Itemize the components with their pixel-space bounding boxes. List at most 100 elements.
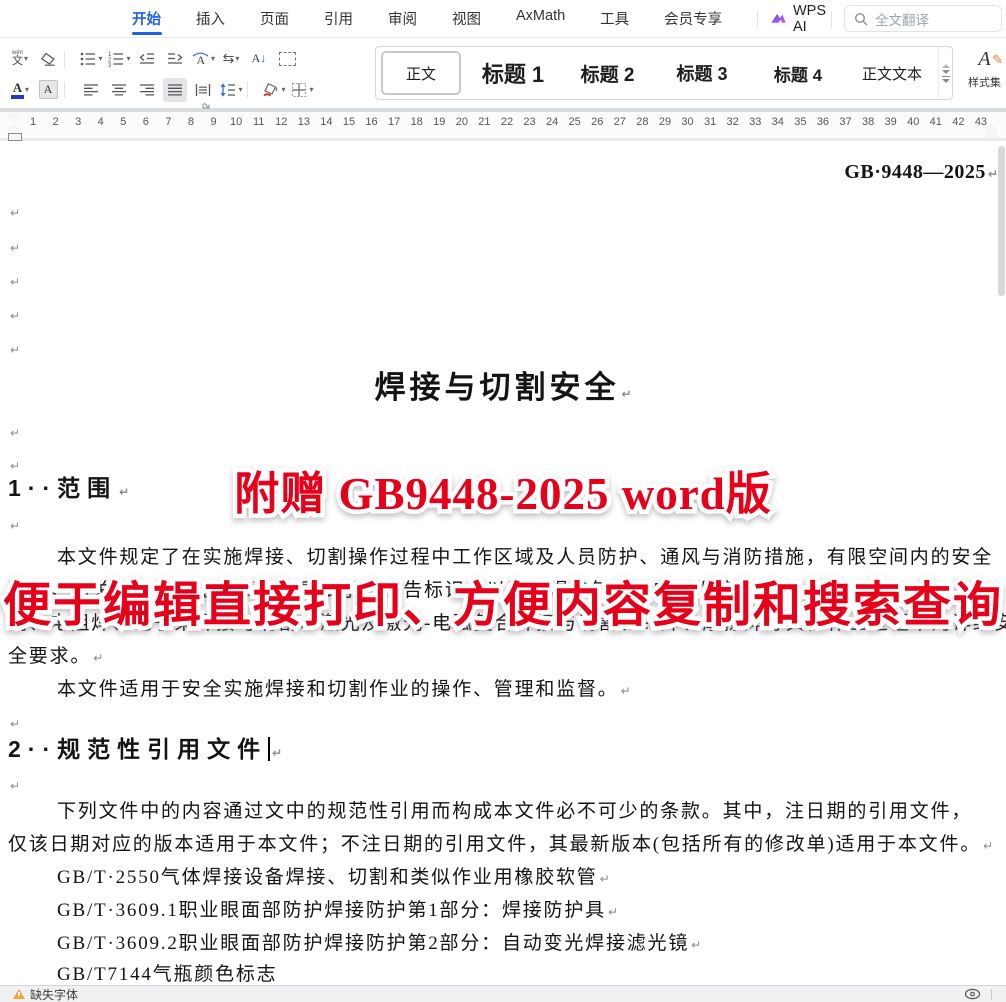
justify-button[interactable] xyxy=(163,78,187,102)
doc-line-para1_line4: 全要求。↵ xyxy=(8,645,103,670)
exchange-button[interactable]: ⇆ ▾ xyxy=(219,47,243,71)
style-scroll-up-icon[interactable] xyxy=(942,64,950,68)
shading-button[interactable]: ▾ xyxy=(262,78,286,102)
wps-writer-window: 开始插入页面引用审阅视图 AxMath 工具会员专享 WPS AI xyxy=(0,0,1006,1002)
ruler-number: 7 xyxy=(165,116,171,128)
menu-divider xyxy=(757,11,758,27)
increase-indent-button[interactable] xyxy=(163,47,187,71)
ruler-number: 3 xyxy=(75,116,81,128)
numbered-list-button[interactable]: 123 ▾ xyxy=(107,47,131,71)
paragraph-mark: ↵ xyxy=(10,779,20,793)
ruler-number: 8 xyxy=(188,116,194,128)
ruler-number: 4 xyxy=(98,116,104,128)
distribute-button[interactable] xyxy=(191,78,215,102)
paragraph-tools-group: wén 文 ▾ ▾ xyxy=(6,43,368,105)
align-left-icon xyxy=(82,81,100,99)
ruler-number: 22 xyxy=(501,116,513,128)
bullet-list-icon xyxy=(79,50,97,68)
borders-icon xyxy=(290,81,308,99)
font-color-button[interactable]: A ▾ xyxy=(8,78,32,102)
style-item-4[interactable]: 标题 4 xyxy=(750,61,846,86)
doc-line-para3_line2: 仅该日期对应的版本适用于本文件；不注日期的引用文件，其最新版本(包括所有的修改单… xyxy=(8,833,993,858)
align-center-icon xyxy=(110,81,128,99)
increase-indent-icon xyxy=(166,50,184,68)
style-gallery: 正文标题 1标题 2标题 3标题 4正文文本 xyxy=(375,46,953,100)
missing-font-warning[interactable]: 缺失字体 xyxy=(13,986,78,1002)
left-indent-marker[interactable] xyxy=(8,133,22,141)
justify-icon xyxy=(166,81,184,99)
paragraph-mark: ↵ xyxy=(691,938,701,952)
style-item-2[interactable]: 标题 2 xyxy=(561,60,654,87)
doc-line-title: 焊接与切割安全↵ xyxy=(0,370,1006,412)
border-button[interactable]: ▾ xyxy=(290,78,314,102)
ruler-number: 16 xyxy=(365,116,377,128)
text-effect-button[interactable]: A ▾ xyxy=(191,47,215,71)
ruler-number: 32 xyxy=(727,116,739,128)
style-item-5[interactable]: 正文文本 xyxy=(846,63,938,84)
document-canvas[interactable]: GB·9448—2025↵↵↵↵↵↵焊接与切割安全↵↵↵1··范围↵↵本文件规定… xyxy=(0,141,1006,985)
hanging-indent-marker[interactable] xyxy=(8,124,21,132)
line-spacing-button[interactable]: ▾ xyxy=(219,78,243,102)
char-shading-icon: A xyxy=(39,80,58,99)
style-item-1[interactable]: 标题 1 xyxy=(465,57,561,89)
menu-tab-1[interactable]: 插入 xyxy=(194,0,227,38)
clear-format-button[interactable] xyxy=(36,47,60,71)
text-cursor xyxy=(268,737,270,761)
decrease-indent-button[interactable] xyxy=(135,47,159,71)
paragraph-mark: ↵ xyxy=(10,206,20,220)
exchange-icon: ⇆ xyxy=(223,50,235,67)
text-frame-button[interactable] xyxy=(275,47,299,71)
menu-tab-3[interactable]: 引用 xyxy=(322,0,355,38)
bullet-list-button[interactable]: ▾ xyxy=(79,47,103,71)
eye-protection-icon[interactable] xyxy=(964,988,981,1000)
style-items: 正文标题 1标题 2标题 3标题 4正文文本 xyxy=(376,51,938,95)
style-item-3[interactable]: 标题 3 xyxy=(654,60,750,86)
align-right-button[interactable] xyxy=(135,78,159,102)
toolbar-row-2: A ▾ A xyxy=(6,74,368,105)
ruler-number: 21 xyxy=(478,116,490,128)
paragraph-mark: ↵ xyxy=(10,275,20,289)
menu-tab-7[interactable]: 工具 xyxy=(598,0,631,38)
style-scroll-down-icon[interactable] xyxy=(942,70,950,74)
text-effect-icon: A xyxy=(191,50,210,68)
style-gallery-scroll xyxy=(938,47,952,99)
menu-tab-0[interactable]: 开始 xyxy=(130,0,163,38)
sort-button[interactable]: A↓ xyxy=(247,47,271,71)
pinyin-guide-icon: wén 文 xyxy=(12,50,23,67)
align-center-button[interactable] xyxy=(107,78,131,102)
sort-icon: A↓ xyxy=(252,51,267,66)
menu-tab-5[interactable]: 视图 xyxy=(450,0,483,38)
ruler-number: 20 xyxy=(456,116,468,128)
ruler-number: 6 xyxy=(143,116,149,128)
wps-ai-button[interactable]: WPS AI xyxy=(770,3,829,35)
paragraph-mark: ↵ xyxy=(10,241,20,255)
align-left-button[interactable] xyxy=(79,78,103,102)
menu-tab-6[interactable]: AxMath xyxy=(514,0,567,38)
menu-tab-4[interactable]: 审阅 xyxy=(386,0,419,38)
expand-group-icon[interactable] xyxy=(202,100,211,109)
ruler-number: 34 xyxy=(772,116,784,128)
pinyin-guide-button[interactable]: wén 文 ▾ xyxy=(8,47,32,71)
vertical-scrollbar-thumb[interactable] xyxy=(998,146,1005,296)
ruler-number: 42 xyxy=(952,116,964,128)
empty-paragraph: ↵ xyxy=(8,200,20,225)
paragraph-mark: ↵ xyxy=(10,717,20,731)
empty-paragraph: ↵ xyxy=(8,235,20,260)
ruler-number: 33 xyxy=(749,116,761,128)
style-set-button[interactable]: A✎ 样式集 xyxy=(963,46,1006,102)
font-color-icon: A xyxy=(11,81,24,99)
first-line-indent-marker[interactable] xyxy=(8,113,21,122)
char-shading-button[interactable]: A xyxy=(36,78,60,102)
toolbar-separator xyxy=(64,51,65,67)
menu-tab-8[interactable]: 会员专享 xyxy=(662,0,724,38)
ruler-number: 37 xyxy=(839,116,851,128)
search-input[interactable]: 全文翻译 xyxy=(844,5,1002,32)
ruler-number: 39 xyxy=(885,116,897,128)
style-more-icon[interactable] xyxy=(942,79,950,83)
wps-ai-label: WPS AI xyxy=(793,3,829,35)
menu-tab-2[interactable]: 页面 xyxy=(258,0,291,38)
paragraph-mark: ↵ xyxy=(988,167,998,181)
style-item-0[interactable]: 正文 xyxy=(381,51,461,95)
warning-icon xyxy=(13,989,25,999)
ruler-number: 1 xyxy=(30,116,36,128)
